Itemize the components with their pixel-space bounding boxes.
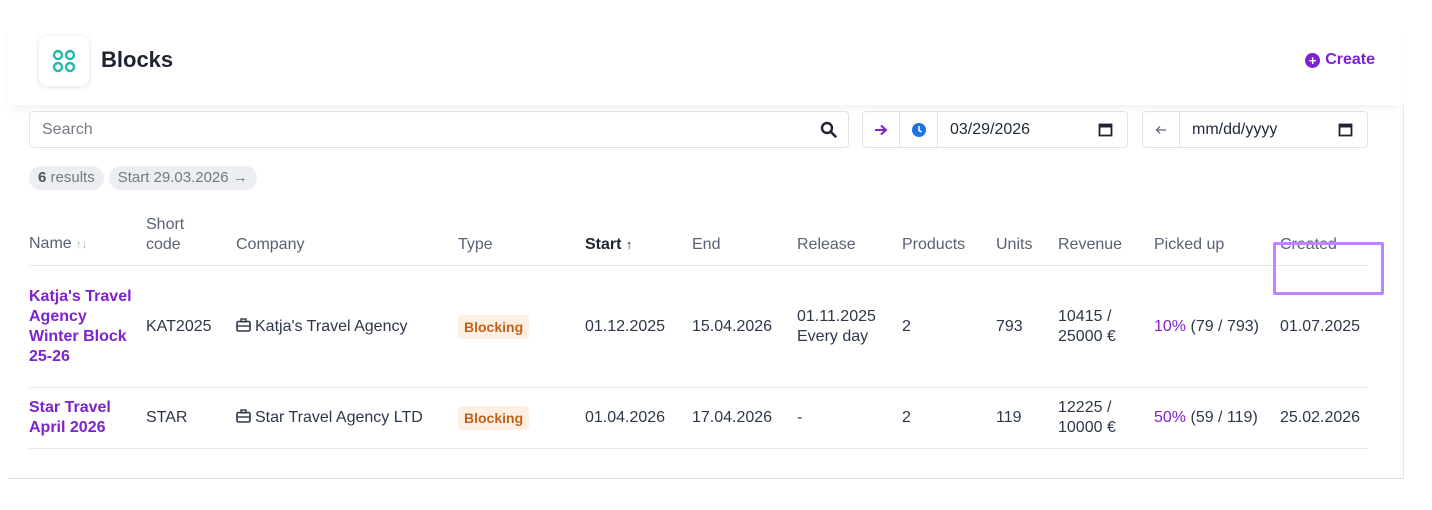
type-badge: Blocking: [458, 406, 530, 430]
col-picked-up[interactable]: Picked up: [1154, 215, 1280, 266]
logo-tile: [39, 36, 89, 86]
picked-up-detail: (79 / 793): [1190, 317, 1259, 335]
filter-chips: 6 results Start 29.03.2026 →: [29, 166, 257, 190]
create-label: Create: [1325, 51, 1375, 68]
results-count-chip: 6 results: [29, 166, 104, 190]
sort-asc-icon: ↑: [625, 237, 633, 252]
col-name[interactable]: Name ↑↓: [29, 215, 146, 266]
picked-up-percent: 50%: [1154, 409, 1187, 426]
end-date-filter: mm/dd/yyyy: [1142, 111, 1368, 148]
company-cell: Star Travel Agency LTD: [236, 387, 458, 449]
block-name-link[interactable]: Katja's Travel Agency Winter Block 25-26: [29, 265, 146, 388]
arrow-left-icon: [1155, 125, 1166, 134]
active-filter-chip[interactable]: Start 29.03.2026 →: [108, 166, 257, 190]
col-revenue[interactable]: Revenue: [1058, 215, 1154, 266]
clock-button[interactable]: [900, 112, 938, 147]
end-date: 17.04.2026: [692, 387, 797, 449]
created-date: 25.02.2026: [1280, 387, 1368, 449]
col-products[interactable]: Products: [902, 215, 996, 266]
short-code: KAT2025: [146, 265, 236, 388]
col-short-code[interactable]: Short code: [146, 215, 236, 266]
revenue-target: 25000 €: [1058, 327, 1116, 345]
start-date: 01.04.2026: [585, 387, 692, 449]
end-date-input[interactable]: mm/dd/yyyy: [1180, 121, 1338, 139]
briefcase-icon: [236, 317, 251, 332]
start-date: 01.12.2025: [585, 265, 692, 388]
search-icon[interactable]: [820, 121, 838, 139]
revenue-actual: 10415 /: [1058, 307, 1112, 325]
picked-up-detail: (59 / 119): [1190, 409, 1258, 426]
release-date: 01.11.2025: [797, 307, 876, 325]
briefcase-icon: [236, 409, 251, 423]
arrow-right-icon: [875, 124, 888, 135]
col-type[interactable]: Type: [458, 215, 585, 266]
short-code: STAR: [146, 387, 236, 449]
table-row[interactable]: Star Travel April 2026 STAR Star Travel …: [29, 387, 1368, 449]
col-start[interactable]: Start ↑: [585, 215, 692, 266]
revenue-target: 10000 €: [1058, 419, 1116, 436]
col-release[interactable]: Release: [797, 215, 902, 266]
col-units[interactable]: Units: [996, 215, 1058, 266]
results-label: results: [50, 169, 95, 186]
start-date-filter: 03/29/2026: [862, 111, 1128, 148]
page-header: Blocks + Create: [8, 22, 1404, 105]
units-count: 793: [996, 265, 1058, 388]
release-date: -: [797, 409, 803, 426]
company-name: Katja's Travel Agency: [255, 317, 408, 335]
col-start-label: Start: [585, 236, 622, 253]
products-count: 2: [902, 387, 996, 449]
grid-icon: [52, 49, 76, 73]
company-cell: Katja's Travel Agency: [236, 265, 458, 388]
col-company[interactable]: Company: [236, 215, 458, 266]
table-row[interactable]: Katja's Travel Agency Winter Block 25-26…: [29, 265, 1368, 388]
type-badge: Blocking: [458, 314, 530, 339]
revenue-cell: 10415 / 25000 €: [1058, 265, 1154, 388]
block-name-link[interactable]: Star Travel April 2026: [29, 387, 146, 449]
col-name-label: Name: [29, 235, 72, 252]
direction-toggle[interactable]: [863, 112, 900, 147]
release-frequency: Every day: [797, 327, 869, 345]
blocks-table: Name ↑↓ Short code Company Type Start ↑ …: [29, 215, 1368, 449]
picked-up-cell: 50% (59 / 119): [1154, 387, 1280, 449]
plus-circle-icon: +: [1305, 52, 1321, 68]
picked-up-percent: 10%: [1154, 317, 1187, 335]
release-cell: 01.11.2025 Every day: [797, 265, 902, 388]
type-cell: Blocking: [458, 387, 585, 449]
col-end[interactable]: End: [692, 215, 797, 266]
start-date-input[interactable]: 03/29/2026: [938, 121, 1098, 139]
results-count: 6: [38, 169, 47, 186]
revenue-cell: 12225 / 10000 €: [1058, 387, 1154, 449]
created-column-highlight: [1273, 242, 1384, 295]
end-date: 15.04.2026: [692, 265, 797, 388]
revenue-actual: 12225 /: [1058, 399, 1112, 416]
release-cell: -: [797, 387, 902, 449]
table-header-row: Name ↑↓ Short code Company Type Start ↑ …: [29, 215, 1368, 266]
calendar-icon[interactable]: [1338, 122, 1353, 137]
direction-toggle-end[interactable]: [1143, 112, 1180, 147]
create-button[interactable]: + Create: [1305, 51, 1375, 69]
products-count: 2: [902, 265, 996, 388]
sort-icon: ↑↓: [76, 239, 88, 251]
clock-icon: [911, 122, 926, 137]
units-count: 119: [996, 387, 1058, 449]
type-cell: Blocking: [458, 265, 585, 388]
search-input[interactable]: [30, 112, 810, 147]
calendar-icon[interactable]: [1098, 122, 1113, 137]
page-title: Blocks: [101, 47, 174, 72]
search-box: [29, 111, 849, 148]
picked-up-cell: 10% (79 / 793): [1154, 265, 1280, 388]
company-name: Star Travel Agency LTD: [255, 409, 423, 426]
